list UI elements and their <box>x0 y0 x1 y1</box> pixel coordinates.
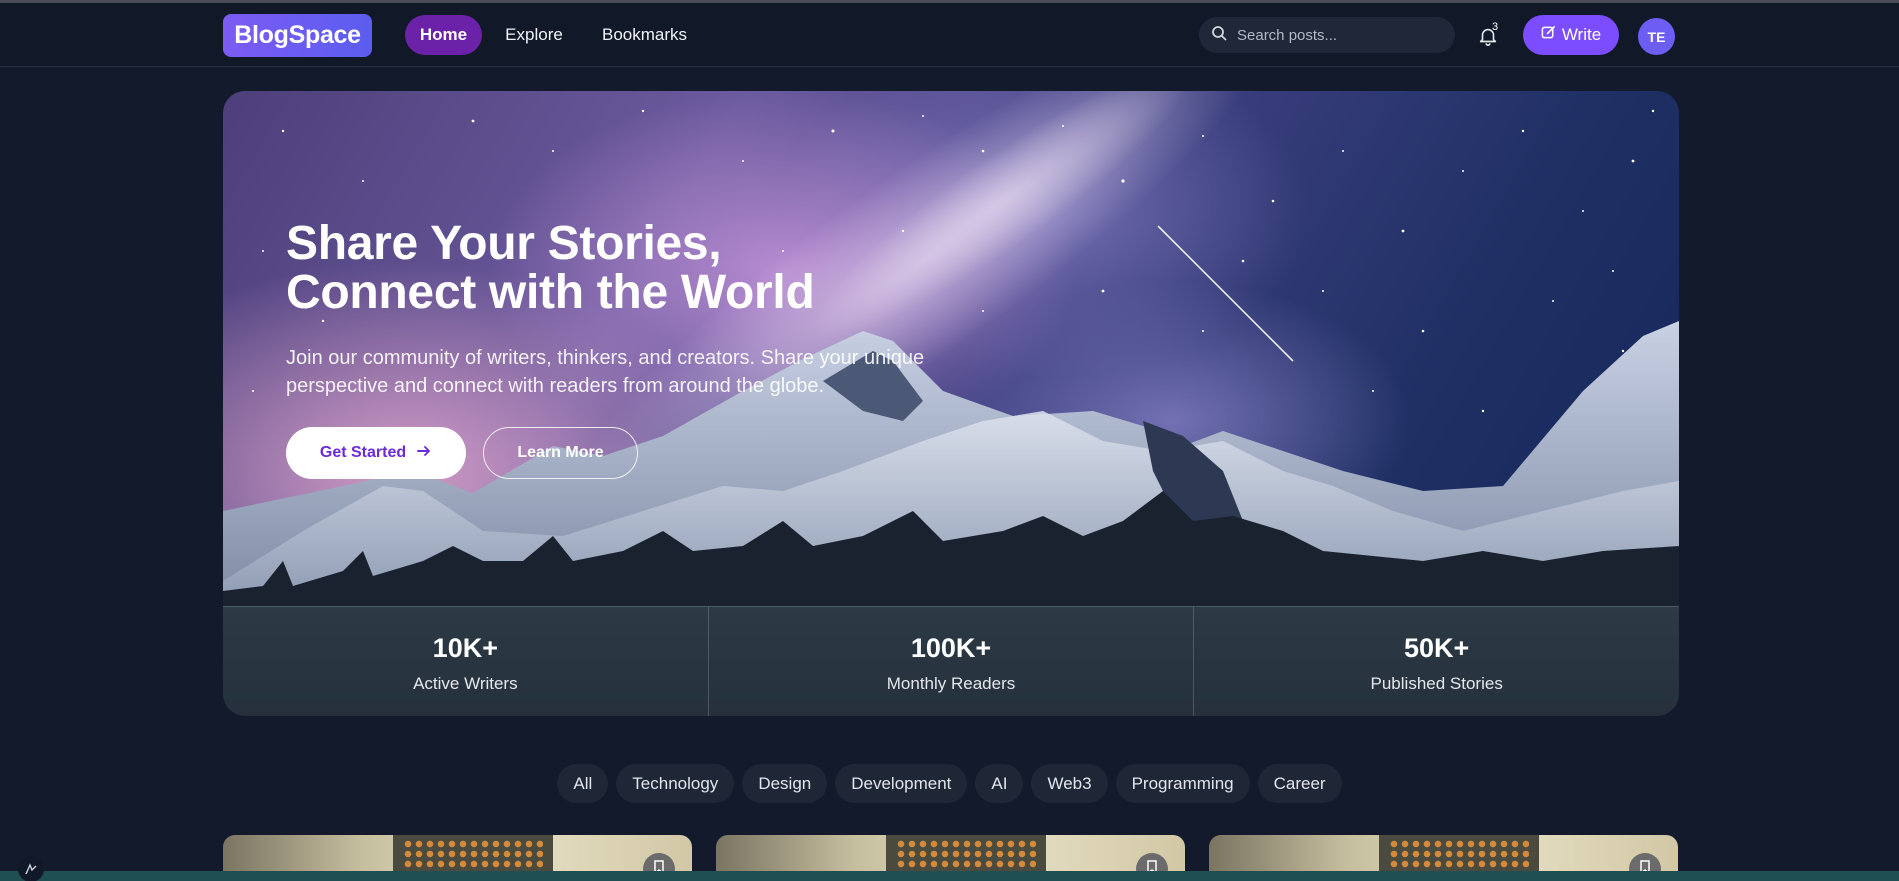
stat-value: 10K+ <box>432 633 498 663</box>
category-chip-web3[interactable]: Web3 <box>1031 764 1108 803</box>
search-bar[interactable] <box>1199 17 1455 53</box>
typewriter-keys <box>896 839 1036 869</box>
stat-label: Monthly Readers <box>886 674 1016 693</box>
stat-active-writers: 10K+ Active Writers <box>223 607 708 716</box>
category-chip-programming[interactable]: Programming <box>1115 764 1250 803</box>
typewriter-keys <box>403 839 543 869</box>
category-chip-technology[interactable]: Technology <box>616 764 735 803</box>
top-navbar: BlogSpace Home Explore Bookmarks 3 Write… <box>0 3 1899 67</box>
stats-bar: 10K+ Active Writers 100K+ Monthly Reader… <box>223 606 1679 716</box>
category-chip-design[interactable]: Design <box>742 764 828 803</box>
stat-monthly-readers: 100K+ Monthly Readers <box>707 607 1194 716</box>
bottom-status-bar <box>0 871 1899 881</box>
devtools-icon[interactable] <box>18 856 44 881</box>
stat-label: Active Writers <box>413 674 518 693</box>
hero-title: Share Your Stories, Connect with the Wor… <box>286 219 966 317</box>
nav-link-home[interactable]: Home <box>405 15 482 55</box>
learn-more-button[interactable]: Learn More <box>483 427 638 479</box>
search-icon <box>1211 25 1227 46</box>
write-button[interactable]: Write <box>1523 15 1619 55</box>
hero-title-line2: Connect with the World <box>286 266 815 319</box>
hero-copy: Share Your Stories, Connect with the Wor… <box>286 219 966 400</box>
nav-link-bookmarks[interactable]: Bookmarks <box>594 15 695 55</box>
get-started-label: Get Started <box>319 444 407 461</box>
hero-subtitle: Join our community of writers, thinkers,… <box>286 347 925 397</box>
stat-value: 100K+ <box>910 633 992 663</box>
site-logo[interactable]: BlogSpace <box>223 14 372 57</box>
stat-value: 50K+ <box>1404 633 1470 663</box>
arrow-right-icon <box>416 443 432 464</box>
category-chip-career[interactable]: Career <box>1257 764 1342 803</box>
write-button-label: Write <box>1561 25 1602 44</box>
hero-title-line1: Share Your Stories, <box>286 217 722 270</box>
typewriter-keys <box>1389 839 1529 869</box>
search-input[interactable] <box>1237 26 1437 44</box>
category-chip-ai[interactable]: AI <box>975 764 1024 803</box>
notification-count-badge: 3 <box>1492 21 1499 33</box>
get-started-button[interactable]: Get Started <box>286 427 466 479</box>
stat-published-stories: 50K+ Published Stories <box>1193 607 1679 716</box>
category-filter: All Technology Design Development AI Web… <box>0 764 1899 804</box>
hero-section: Share Your Stories, Connect with the Wor… <box>223 91 1679 716</box>
edit-icon <box>1541 25 1556 45</box>
category-chip-development[interactable]: Development <box>835 764 968 803</box>
user-avatar[interactable]: TE <box>1638 18 1675 55</box>
stat-label: Published Stories <box>1370 674 1503 693</box>
nav-link-explore[interactable]: Explore <box>497 15 571 55</box>
category-chip-all[interactable]: All <box>557 764 609 803</box>
